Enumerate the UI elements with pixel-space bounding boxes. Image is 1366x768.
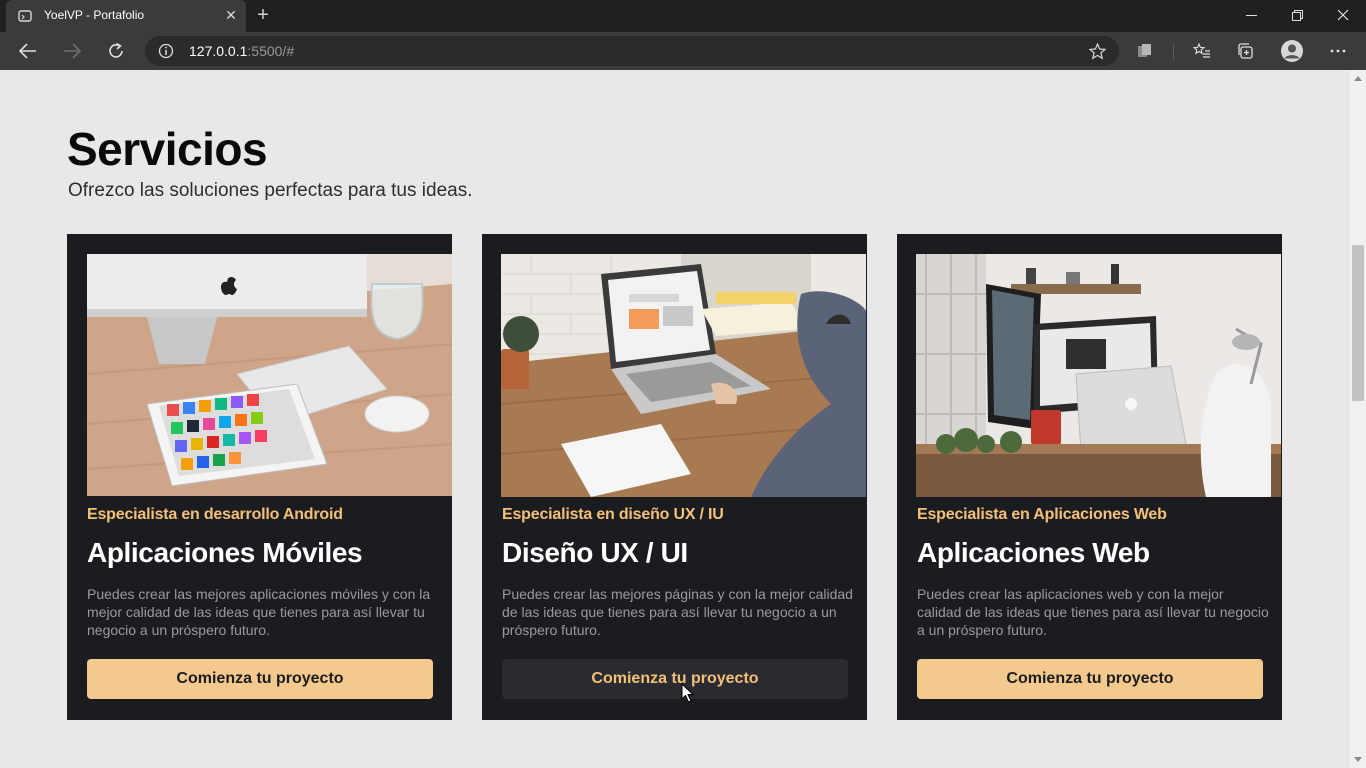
more-options-icon[interactable] <box>1323 36 1353 66</box>
card-title: Aplicaciones Móviles <box>87 537 363 568</box>
scroll-thumb[interactable] <box>1352 245 1364 401</box>
favorites-icon[interactable] <box>1187 36 1217 66</box>
restore-icon[interactable] <box>1274 0 1320 30</box>
scroll-up-icon[interactable] <box>1354 76 1362 81</box>
page-viewport: Servicios Ofrezco las soluciones perfect… <box>0 70 1350 768</box>
card-description: Puedes crear las aplicaciones web y con … <box>917 586 1269 638</box>
start-project-button[interactable]: Comienza tu proyecto <box>87 659 433 699</box>
new-tab-icon[interactable]: + <box>252 3 274 27</box>
toolbar-separator <box>1173 43 1174 61</box>
card-description: Puedes crear las mejores páginas y con l… <box>502 586 853 638</box>
card-image-ux <box>501 254 866 497</box>
forward-icon[interactable] <box>57 36 87 66</box>
url-text[interactable]: 127.0.0.1:5500/# <box>189 43 294 59</box>
back-icon[interactable] <box>13 36 43 66</box>
tab-title: YoelVP - Portafolio <box>44 8 145 22</box>
card-kicker: Especialista en desarrollo Android <box>87 506 343 523</box>
service-card-ux: Especialista en diseño UX / IU Diseño UX… <box>482 234 867 720</box>
reload-icon[interactable] <box>101 36 131 66</box>
favicon-icon <box>18 10 32 22</box>
start-project-button[interactable]: Comienza tu proyecto <box>502 659 848 699</box>
card-image-web <box>916 254 1281 497</box>
card-kicker: Especialista en Aplicaciones Web <box>917 506 1167 523</box>
site-info-icon[interactable] <box>158 43 174 59</box>
browser-titlebar: YoelVP - Portafolio ✕ + <box>0 0 1366 32</box>
browser-toolbar: 127.0.0.1:5500/# <box>0 32 1366 70</box>
extension-icon[interactable] <box>1130 36 1160 66</box>
close-window-icon[interactable] <box>1320 0 1366 30</box>
collections-icon[interactable] <box>1231 36 1261 66</box>
section-title: Servicios <box>67 123 268 175</box>
section-subtitle: Ofrezco las soluciones perfectas para tu… <box>68 180 473 201</box>
card-title: Diseño UX / UI <box>502 537 688 568</box>
service-card-web: Especialista en Aplicaciones Web Aplicac… <box>897 234 1282 720</box>
card-image-mobile <box>87 254 452 496</box>
browser-tab[interactable]: YoelVP - Portafolio ✕ <box>6 0 246 32</box>
minimize-icon[interactable] <box>1228 0 1274 30</box>
profile-avatar-icon[interactable] <box>1277 36 1307 66</box>
address-bar[interactable]: 127.0.0.1:5500/# <box>145 36 1119 66</box>
favorite-star-icon[interactable] <box>1089 43 1106 60</box>
close-tab-icon[interactable]: ✕ <box>220 4 242 26</box>
service-card-mobile: Especialista en desarrollo Android Aplic… <box>67 234 452 720</box>
mouse-cursor-icon <box>681 683 695 703</box>
card-description: Puedes crear las mejores aplicaciones mó… <box>87 586 431 638</box>
card-title: Aplicaciones Web <box>917 537 1150 568</box>
start-project-button[interactable]: Comienza tu proyecto <box>917 659 1263 699</box>
card-kicker: Especialista en diseño UX / IU <box>502 506 724 523</box>
vertical-scrollbar[interactable] <box>1350 70 1366 768</box>
scroll-down-icon[interactable] <box>1354 757 1362 762</box>
